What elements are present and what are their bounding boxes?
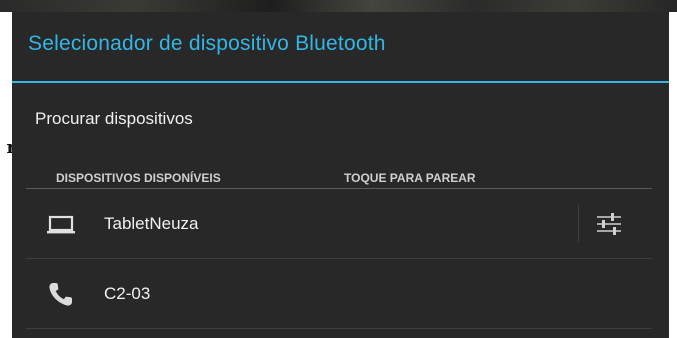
device-name: TabletNeuza	[104, 214, 199, 233]
available-devices-label: DISPOSITIVOS DISPONÍVEIS	[56, 171, 221, 185]
phone-icon	[49, 283, 72, 306]
device-name: C2-03	[104, 284, 151, 303]
background-app-strip	[0, 0, 677, 12]
tap-to-pair-label: TOQUE PARA PAREAR	[344, 171, 476, 185]
laptop-icon	[47, 215, 75, 234]
title-divider	[12, 81, 669, 83]
row-divider	[578, 205, 579, 242]
dialog-title: Selecionador de dispositivo Bluetooth	[28, 32, 386, 55]
device-row-c2-03[interactable]: C2-03	[26, 259, 652, 329]
available-devices-header: DISPOSITIVOS DISPONÍVEIS TOQUE PARA PARE…	[26, 169, 652, 189]
device-settings-icon[interactable]	[592, 207, 626, 241]
scan-devices-button[interactable]: Procurar dispositivos	[35, 109, 193, 129]
device-row-tabletneuza[interactable]: TabletNeuza	[26, 189, 652, 259]
bluetooth-device-picker-dialog: Selecionador de dispositivo Bluetooth Pr…	[12, 12, 669, 338]
